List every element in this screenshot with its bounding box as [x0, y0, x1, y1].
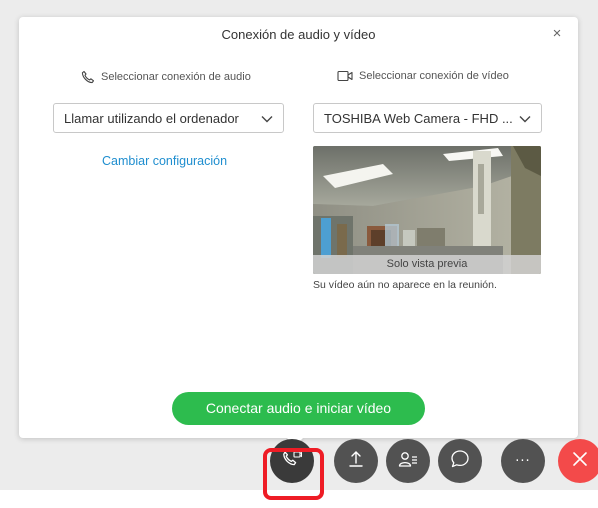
- page-bottom-strip: [0, 490, 598, 508]
- share-upload-icon: [348, 450, 364, 473]
- video-section-label: Seleccionar conexión de vídeo: [359, 70, 509, 82]
- change-settings-link[interactable]: Cambiar configuración: [102, 154, 227, 168]
- connect-audio-start-video-button[interactable]: Conectar audio e iniciar vídeo: [172, 392, 425, 425]
- participants-button[interactable]: [386, 439, 430, 483]
- chat-button[interactable]: [438, 439, 482, 483]
- audio-connection-button[interactable]: [270, 439, 314, 483]
- dialog-title: Conexión de audio y vídeo: [221, 27, 376, 42]
- chevron-down-icon: [261, 111, 273, 126]
- preview-only-caption: Solo vista previa: [313, 255, 541, 274]
- preview-note: Su vídeo aún no aparece en la reunión.: [313, 279, 497, 291]
- participants-icon: [398, 450, 418, 473]
- chat-bubble-icon: [450, 449, 470, 474]
- audio-selected-value: Llamar utilizando el ordenador: [64, 110, 239, 126]
- phone-icon: [81, 70, 95, 84]
- share-button[interactable]: [334, 439, 378, 483]
- video-section-heading: Seleccionar conexión de vídeo: [337, 70, 509, 82]
- more-options-button[interactable]: ···: [501, 439, 545, 483]
- audio-connection-select[interactable]: Llamar utilizando el ordenador: [53, 103, 284, 133]
- video-connection-select[interactable]: TOSHIBA Web Camera - FHD ...: [313, 103, 542, 133]
- more-options-icon: ···: [515, 453, 531, 469]
- close-x-icon: [571, 450, 589, 473]
- audio-section-label: Seleccionar conexión de audio: [101, 71, 251, 83]
- audio-video-connection-dialog: Conexión de audio y vídeo × Seleccionar …: [19, 17, 578, 438]
- camera-preview: Solo vista previa: [313, 146, 541, 274]
- audio-connection-icon: [282, 450, 302, 473]
- close-dialog-button[interactable]: ×: [548, 25, 566, 43]
- video-selected-value: TOSHIBA Web Camera - FHD ...: [324, 110, 513, 126]
- audio-section-heading: Seleccionar conexión de audio: [81, 70, 251, 84]
- video-camera-icon: [337, 70, 353, 82]
- chevron-down-icon: [519, 111, 531, 126]
- leave-meeting-button[interactable]: [558, 439, 598, 483]
